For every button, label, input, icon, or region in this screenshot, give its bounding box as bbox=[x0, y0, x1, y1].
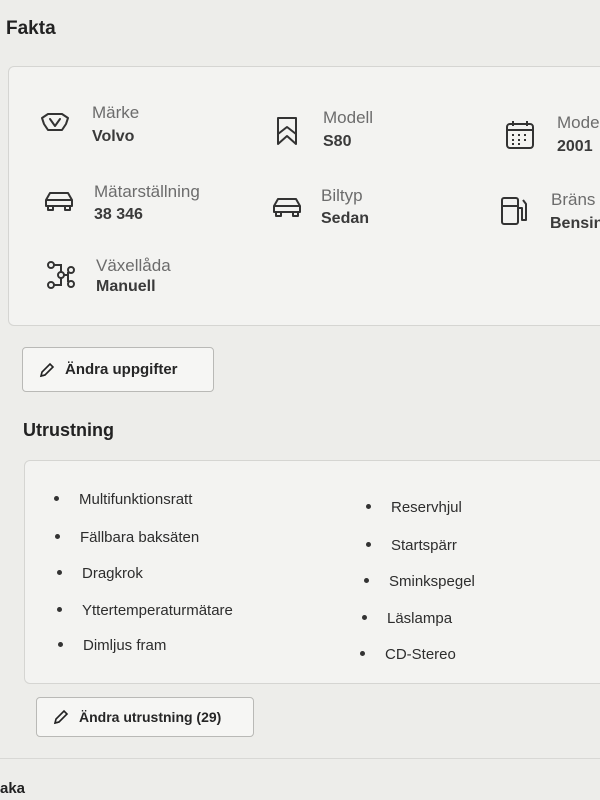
equipment-item: Yttertemperaturmätare bbox=[57, 602, 233, 619]
pencil-icon bbox=[39, 362, 55, 377]
fact-value-modell: S80 bbox=[323, 133, 352, 150]
car-front-icon bbox=[38, 106, 72, 140]
fact-label-marke: Märke bbox=[92, 103, 140, 122]
equipment-item: Reservhjul bbox=[366, 499, 462, 516]
edit-equipment-button[interactable]: Ändra utrustning (29) bbox=[36, 697, 254, 737]
section-divider bbox=[0, 758, 600, 759]
fact-value-brans: Bensin bbox=[550, 215, 600, 232]
fact-value-marke: Volvo bbox=[92, 128, 135, 145]
equipment-item: Läslampa bbox=[362, 610, 452, 627]
edit-facts-button[interactable]: Ändra uppgifter bbox=[22, 347, 214, 392]
fact-value-mode: 2001 bbox=[557, 138, 593, 155]
fact-label-mode: Mode bbox=[557, 113, 600, 132]
equipment-item: Multifunktionsratt bbox=[54, 491, 192, 508]
equipment-item: Dragkrok bbox=[57, 565, 143, 582]
fact-label-biltyp: Biltyp bbox=[321, 186, 363, 205]
equipment-item: Sminkspegel bbox=[364, 573, 475, 590]
utrustning-heading: Utrustning bbox=[23, 420, 114, 440]
edit-equipment-label: Ändra utrustning (29) bbox=[79, 709, 222, 725]
car-icon bbox=[270, 190, 304, 224]
fact-label-brans: Bräns bbox=[551, 190, 596, 209]
equipment-item: Fällbara baksäten bbox=[55, 529, 199, 546]
equipment-item: Startspärr bbox=[366, 537, 457, 554]
gearbox-icon bbox=[44, 258, 78, 292]
equipment-item: Dimljus fram bbox=[58, 637, 166, 654]
equipment-item: CD-Stereo bbox=[360, 646, 456, 663]
fact-label-modell: Modell bbox=[323, 108, 374, 127]
fact-value-matarstallning: 38 346 bbox=[94, 206, 143, 223]
car-icon bbox=[42, 184, 76, 218]
partial-section-heading: aka bbox=[0, 780, 26, 797]
fact-label-matarstallning: Mätarställning bbox=[94, 182, 200, 201]
fuel-pump-icon bbox=[497, 194, 531, 228]
fakta-heading: Fakta bbox=[6, 18, 56, 39]
fact-value-biltyp: Sedan bbox=[321, 210, 370, 227]
bookmark-icon bbox=[270, 114, 304, 148]
pencil-icon bbox=[53, 709, 69, 725]
fact-value-vaxellada: Manuell bbox=[96, 278, 156, 295]
fact-label-vaxellada: Växellåda bbox=[96, 256, 171, 275]
edit-facts-label: Ändra uppgifter bbox=[65, 361, 178, 378]
calendar-icon bbox=[503, 118, 537, 152]
